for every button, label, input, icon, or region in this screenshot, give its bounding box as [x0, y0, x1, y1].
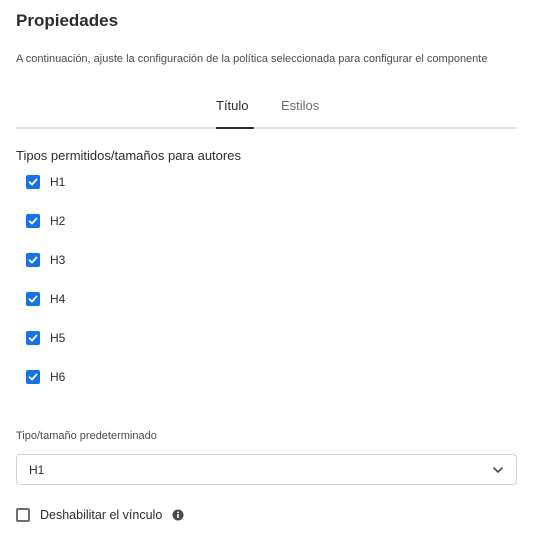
checkbox-label: H2 — [50, 214, 66, 228]
checkbox-unchecked-icon[interactable] — [16, 508, 30, 522]
checkbox-h3[interactable]: H3 — [26, 251, 65, 269]
tab-titulo[interactable]: Título — [216, 98, 249, 129]
tab-bar: Título Estilos — [16, 90, 517, 129]
checkbox-h4[interactable]: H4 — [26, 290, 65, 308]
info-icon[interactable] — [172, 509, 184, 521]
checkbox-checked-icon[interactable] — [26, 214, 40, 228]
disable-link-label: Deshabilitar el vínculo — [40, 508, 163, 522]
tab-estilos[interactable]: Estilos — [281, 98, 319, 129]
checkbox-checked-icon[interactable] — [26, 253, 40, 267]
chevron-down-icon[interactable] — [492, 464, 504, 476]
checkbox-h1[interactable]: H1 — [26, 173, 65, 191]
disable-link-checkbox-row[interactable]: Deshabilitar el vínculo — [16, 506, 184, 524]
properties-panel: Propiedades A continuación, ajuste la co… — [0, 0, 549, 542]
panel-description: A continuación, ajuste la configuración … — [16, 53, 488, 65]
active-tab-indicator — [216, 127, 254, 129]
checkbox-checked-icon[interactable] — [26, 292, 40, 306]
checkbox-checked-icon[interactable] — [26, 175, 40, 189]
checkbox-checked-icon[interactable] — [26, 370, 40, 384]
default-type-value: H1 — [29, 462, 45, 477]
checkbox-label: H6 — [50, 370, 66, 384]
checkbox-label: H3 — [50, 253, 66, 267]
checkbox-label: H5 — [50, 331, 66, 345]
checkbox-label: H4 — [50, 292, 66, 306]
default-type-select[interactable]: H1 — [16, 454, 517, 485]
checkbox-h2[interactable]: H2 — [26, 212, 65, 230]
allowed-types-label: Tipos permitidos/tamaños para autores — [16, 148, 241, 163]
checkbox-label: H1 — [50, 175, 66, 189]
checkbox-h6[interactable]: H6 — [26, 368, 65, 386]
panel-title: Propiedades — [16, 11, 119, 30]
checkbox-h5[interactable]: H5 — [26, 329, 65, 347]
checkbox-checked-icon[interactable] — [26, 331, 40, 345]
default-type-label: Tipo/tamaño predeterminado — [16, 430, 157, 442]
